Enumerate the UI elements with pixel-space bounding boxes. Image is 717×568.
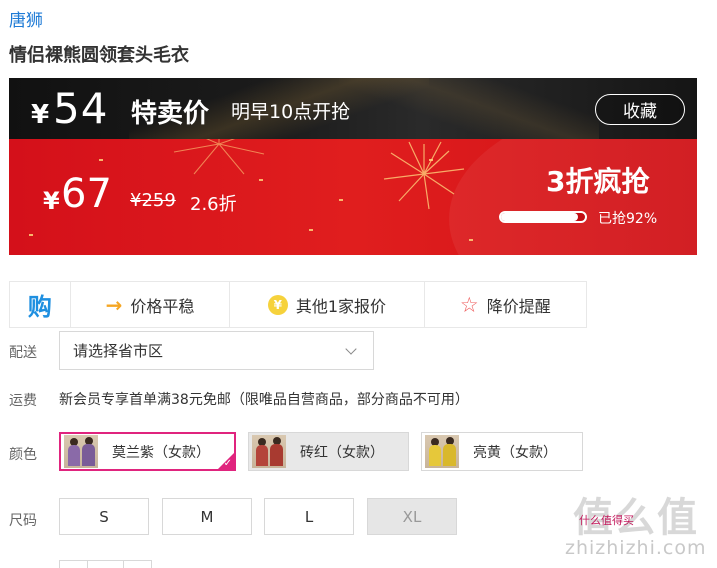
- decrement-button[interactable]: [60, 561, 88, 568]
- star-icon: ☆: [459, 292, 479, 317]
- size-option-l[interactable]: L: [264, 498, 354, 535]
- watermark: 值么值 什么值得买 zhizhizhi.com: [555, 485, 715, 565]
- sparkle-decoration: [29, 234, 33, 236]
- favorite-button[interactable]: 收藏: [595, 94, 685, 125]
- current-sale-banner: ¥ 67 ¥259 2.6折 3折疯抢 已抢92%: [9, 139, 697, 255]
- shipping-info: 新会员专享首单满38元免邮（限唯品自营商品，部分商品不可用）: [59, 392, 469, 408]
- sale-price: 67: [61, 171, 112, 217]
- shipping-label: 运费: [9, 393, 37, 409]
- gou-logo: 购: [10, 282, 71, 327]
- sparkle-decoration: [339, 199, 343, 201]
- banner-decoration: [339, 78, 599, 139]
- size-option-xl: XL: [367, 498, 457, 535]
- flash-currency-symbol: ¥: [31, 100, 50, 130]
- color-option-label: 砖红（女款）: [300, 444, 384, 461]
- color-option-label: 莫兰紫（女款）: [112, 444, 210, 461]
- flash-sale-price: 54: [53, 84, 109, 133]
- price-drop-alert-label: 降价提醒: [486, 296, 551, 316]
- price-drop-alert-item[interactable]: ☆ 降价提醒: [425, 282, 586, 327]
- checkmark-icon: ✓: [223, 458, 232, 469]
- color-option-label: 亮黄（女款）: [473, 444, 557, 461]
- size-label: 尺码: [9, 513, 37, 529]
- size-option-m[interactable]: M: [162, 498, 252, 535]
- sold-progress-bar: [499, 211, 587, 223]
- brand-link[interactable]: 唐狮: [9, 6, 43, 31]
- arrow-right-icon: →: [105, 292, 123, 317]
- sparkle-decoration: [429, 159, 433, 161]
- firework-decoration: [383, 141, 465, 210]
- sparkle-decoration: [469, 239, 473, 241]
- quantity-input[interactable]: [88, 561, 124, 568]
- watermark-tagline: 什么值得买: [579, 514, 634, 527]
- sparkle-decoration: [309, 229, 313, 231]
- other-quotes-label: 其他1家报价: [295, 296, 386, 316]
- price-stable-label: 价格平稳: [130, 296, 195, 316]
- sold-progress-fill: [501, 213, 579, 221]
- price-features-bar: 购 → 价格平稳 ¥ 其他1家报价 ☆ 降价提醒: [9, 281, 587, 328]
- size-option-s[interactable]: S: [59, 498, 149, 535]
- other-quotes-item[interactable]: ¥ 其他1家报价: [230, 282, 425, 327]
- sold-progress-text: 已抢92%: [598, 211, 658, 227]
- flash-sale-start-time: 明早10点开抢: [231, 101, 351, 123]
- firework-decoration: [173, 139, 265, 175]
- list-price: ¥259: [130, 190, 176, 211]
- gou-logo-icon: 购: [27, 293, 52, 321]
- watermark-url: zhizhizhi.com: [565, 537, 707, 559]
- sparkle-decoration: [259, 179, 263, 181]
- region-select-placeholder: 请选择省市区: [73, 342, 164, 360]
- delivery-label: 配送: [9, 345, 37, 361]
- chevron-down-icon: [345, 343, 357, 355]
- price-stable-item[interactable]: → 价格平稳: [71, 282, 231, 327]
- product-thumbnail: [425, 435, 459, 468]
- region-select[interactable]: 请选择省市区: [59, 331, 374, 370]
- yen-coin-icon: ¥: [267, 294, 288, 315]
- color-option-purple[interactable]: 莫兰紫（女款） ✓: [59, 432, 236, 471]
- flash-sale-label: 特卖价: [131, 99, 210, 129]
- watermark-logo: 值么值: [573, 495, 699, 541]
- color-option-yellow[interactable]: 亮黄（女款）: [421, 432, 583, 471]
- sale-currency-symbol: ¥: [43, 187, 60, 215]
- color-label: 颜色: [9, 447, 37, 463]
- flash-sale-banner: ¥ 54 特卖价 明早10点开抢 收藏: [9, 78, 697, 139]
- promo-headline: 3折疯抢: [546, 165, 650, 198]
- discount-rate: 2.6折: [190, 194, 237, 215]
- product-title: 情侣裸熊圆领套头毛衣: [9, 45, 189, 66]
- product-thumbnail: [252, 435, 286, 468]
- sparkle-decoration: [99, 159, 103, 161]
- color-option-brick-red[interactable]: 砖红（女款）: [248, 432, 409, 471]
- product-thumbnail: [64, 435, 98, 468]
- quantity-stepper[interactable]: [59, 560, 152, 568]
